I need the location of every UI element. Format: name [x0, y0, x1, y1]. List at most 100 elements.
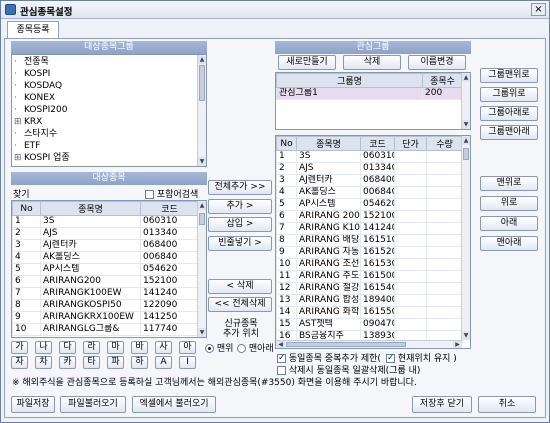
column-header[interactable]: 종목명	[40, 201, 141, 216]
column-header[interactable]: No	[276, 136, 297, 151]
stock-order-button[interactable]: 맨위로	[480, 176, 538, 191]
table-row[interactable]: 9 ARIRANGKRX100EW 141250	[12, 311, 199, 324]
scroll-up-icon[interactable]: ▲	[198, 55, 206, 64]
table-row[interactable]: 1 3S 060310	[12, 215, 199, 228]
group-order-button[interactable]: 그룹맨아래	[480, 125, 538, 140]
column-header[interactable]: 코드	[360, 136, 395, 151]
initial-key-button[interactable]: I	[179, 356, 196, 369]
delete-same-checkbox[interactable]	[277, 366, 286, 375]
interest-table-hscrollbar[interactable]: ◀ ▶	[276, 340, 462, 348]
column-header[interactable]: 종목수	[422, 73, 463, 88]
include-search-checkbox[interactable]	[145, 190, 154, 199]
table-row[interactable]: 3 AJ렌터카 068400	[276, 174, 463, 187]
keep-position-checkbox[interactable]	[386, 352, 395, 364]
scroll-thumb[interactable]	[199, 65, 205, 101]
tree-item[interactable]: · 스타지수	[14, 129, 57, 140]
scroll-thumb[interactable]	[199, 213, 205, 225]
tree-item[interactable]: · KOSPI200	[14, 105, 67, 116]
delete-all-button[interactable]: << 전체삭제	[208, 297, 272, 312]
position-top-radio[interactable]	[205, 344, 214, 353]
initial-key-button[interactable]: 카	[59, 356, 76, 369]
position-top-option[interactable]: 맨위	[205, 341, 233, 354]
cancel-button[interactable]: 취소	[478, 396, 536, 413]
delete-group-button[interactable]: 삭제	[343, 55, 401, 70]
scroll-up-icon[interactable]: ▲	[198, 201, 206, 210]
initial-key-button[interactable]: 바	[131, 341, 148, 354]
table-row[interactable]: 12ARIRANG 철강금161540	[276, 282, 463, 295]
tree-item[interactable]: · 전종목	[14, 57, 49, 68]
tree-item[interactable]: · KOSDAQ	[14, 81, 62, 92]
file-load-button[interactable]: 파일불러오기	[60, 396, 126, 413]
tree-item[interactable]: · ETF	[14, 141, 40, 152]
column-header[interactable]: 코드	[140, 201, 199, 216]
interest-table-scrollbar[interactable]: ▲ ▼	[461, 136, 470, 340]
initial-key-button[interactable]: 파	[107, 356, 124, 369]
scroll-down-icon[interactable]: ▼	[462, 120, 470, 129]
initial-key-button[interactable]: A	[155, 356, 172, 369]
group-scrollbar[interactable]: ▲ ▼	[461, 73, 470, 129]
delete-button[interactable]: < 삭제	[208, 279, 272, 294]
initial-key-button[interactable]: 사	[155, 341, 172, 354]
save-close-button[interactable]: 저장후 닫기	[412, 396, 472, 413]
group-order-button[interactable]: 그룹위로	[480, 87, 538, 102]
tree-item[interactable]: ⊞ KRX	[14, 117, 42, 128]
scroll-up-icon[interactable]: ▲	[462, 136, 470, 145]
table-row[interactable]: 3 AJ렌터카 068400	[12, 239, 199, 252]
add-all-button[interactable]: 전체추가 >>	[208, 180, 272, 195]
initial-key-button[interactable]: 라	[83, 341, 100, 354]
table-row[interactable]: 5 AP시스템 054620	[12, 263, 199, 276]
table-row[interactable]: 10ARIRANG 조선중161530	[276, 258, 463, 271]
table-row[interactable]: 14 ARIRANG 화학 161550	[276, 306, 463, 319]
table-row[interactable]: 1 3S 060310	[276, 150, 463, 163]
scroll-down-icon[interactable]: ▼	[198, 157, 206, 166]
tab-stock-register[interactable]: 종목등록	[7, 21, 59, 39]
initial-key-button[interactable]: 마	[107, 341, 124, 354]
column-header[interactable]: 그룹명	[276, 73, 423, 88]
table-row[interactable]: 5 AP시스템 054620	[276, 198, 463, 211]
initial-key-button[interactable]: 다	[59, 341, 76, 354]
rename-group-button[interactable]: 이름변경	[408, 55, 466, 70]
scroll-up-icon[interactable]: ▲	[462, 73, 470, 82]
initial-key-button[interactable]: 차	[35, 356, 52, 369]
table-row[interactable]: 9ARIRANG 자동차161520	[276, 246, 463, 259]
tree-scrollbar[interactable]: ▲ ▼	[197, 55, 206, 166]
scroll-thumb[interactable]	[286, 342, 406, 347]
file-save-button[interactable]: 파일저장	[11, 396, 55, 413]
source-table-scrollbar[interactable]: ▲ ▼	[197, 201, 206, 337]
table-row[interactable]: 6 ARIRANG 200 152100	[276, 210, 463, 223]
dup-limit-checkbox[interactable]	[277, 352, 286, 364]
table-row[interactable]: 2 AJS 013340	[276, 162, 463, 175]
table-row[interactable]: 2 AJS 013340	[12, 227, 199, 240]
table-row[interactable]: 15 AST젯텍 090470	[276, 318, 463, 331]
table-row[interactable]: 6 ARIRANG200 152100	[12, 275, 199, 288]
position-bottom-option[interactable]: 맨아래	[237, 341, 274, 354]
column-header[interactable]: No	[12, 201, 41, 216]
table-row[interactable]: 8 ARIRANGKOSPI50 122090	[12, 299, 199, 312]
stock-order-button[interactable]: 맨아래	[480, 236, 538, 251]
tree-branch-icon[interactable]: ⊞	[14, 117, 24, 128]
group-order-button[interactable]: 그룹아래로	[480, 106, 538, 121]
column-header[interactable]: 단가	[394, 136, 427, 151]
scroll-right-icon[interactable]: ▶	[453, 341, 462, 348]
scroll-down-icon[interactable]: ▼	[462, 331, 470, 340]
table-row[interactable]: 13 ARIRANG 합성- 189400	[276, 294, 463, 307]
group-order-button[interactable]: 그룹맨위로	[480, 68, 538, 83]
new-group-button[interactable]: 새로만들기	[278, 55, 336, 70]
initial-key-button[interactable]: 가	[11, 341, 28, 354]
table-row[interactable]: 11ARIRANG 주도주161500	[276, 270, 463, 283]
tree-item[interactable]: · KONEX	[14, 93, 55, 104]
column-header[interactable]: 종목명	[296, 136, 361, 151]
insert-button[interactable]: 삽입 >	[208, 217, 272, 232]
table-row[interactable]: 4 AK홀딩스 006840	[12, 251, 199, 264]
table-row[interactable]: 관심그룹1 200	[276, 87, 463, 100]
blank-row-button[interactable]: 빈줄넣기 >	[208, 236, 272, 251]
include-search-option[interactable]: 포함어검색	[145, 187, 198, 200]
initial-key-button[interactable]: 하	[131, 356, 148, 369]
tree-item[interactable]: · KOSPI	[14, 69, 50, 80]
initial-key-button[interactable]: 타	[83, 356, 100, 369]
table-row[interactable]: 4 AK홀딩스 006840	[276, 186, 463, 199]
table-row[interactable]: 7ARIRANG K100E141240	[276, 222, 463, 235]
initial-key-button[interactable]: 아	[179, 341, 196, 354]
tree-branch-icon[interactable]: ⊞	[14, 153, 24, 164]
excel-load-button[interactable]: 엑셀에서 불러오기	[132, 396, 216, 413]
